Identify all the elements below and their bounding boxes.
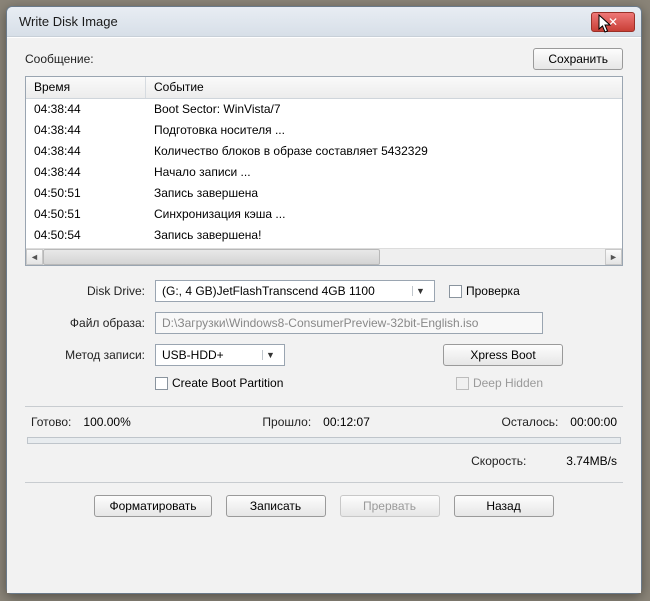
- speed-label: Скорость:: [471, 454, 526, 468]
- chevron-down-icon: ▼: [412, 286, 428, 296]
- titlebar[interactable]: Write Disk Image ✕: [7, 7, 641, 37]
- log-event: Запись завершена!: [146, 225, 622, 246]
- image-file-field[interactable]: [155, 312, 543, 334]
- client-area: Сообщение: Сохранить Время Событие 04:38…: [7, 37, 641, 593]
- status-row-1: Готово: 100.00% Прошло: 00:12:07 Осталос…: [25, 413, 623, 437]
- create-boot-partition-checkbox[interactable]: Create Boot Partition: [155, 376, 283, 390]
- log-row[interactable]: 04:38:44Начало записи ...: [26, 162, 622, 183]
- disk-drive-label: Disk Drive:: [25, 284, 155, 298]
- divider: [25, 482, 623, 483]
- write-method-value: USB-HDD+: [162, 348, 262, 362]
- log-header[interactable]: Время Событие: [26, 77, 622, 99]
- done-label: Готово:: [31, 415, 71, 429]
- verify-label: Проверка: [466, 284, 520, 298]
- divider: [25, 406, 623, 407]
- log-row[interactable]: 04:38:44Boot Sector: WinVista/7: [26, 99, 622, 120]
- progress-bar: [27, 437, 621, 444]
- log-time: 04:50:54: [26, 225, 146, 246]
- button-bar: Форматировать Записать Прервать Назад: [25, 495, 623, 517]
- log-event: Синхронизация кэша ...: [146, 204, 622, 225]
- save-button[interactable]: Сохранить: [533, 48, 623, 70]
- log-time: 04:50:51: [26, 204, 146, 225]
- window-title: Write Disk Image: [19, 14, 591, 29]
- verify-checkbox[interactable]: Проверка: [449, 284, 520, 298]
- deep-hidden-label: Deep Hidden: [473, 376, 543, 390]
- remain-label: Осталось:: [502, 415, 559, 429]
- log-header-event[interactable]: Событие: [146, 77, 622, 98]
- log-time: 04:38:44: [26, 162, 146, 183]
- log-event: Подготовка носителя ...: [146, 120, 622, 141]
- scroll-track[interactable]: [43, 249, 605, 265]
- write-method-label: Метод записи:: [25, 348, 155, 362]
- log-header-time[interactable]: Время: [26, 77, 146, 98]
- log-row[interactable]: 04:50:54Запись завершена!: [26, 225, 622, 246]
- status-row-2: Скорость: 3.74MB/s: [25, 452, 623, 476]
- format-button[interactable]: Форматировать: [94, 495, 211, 517]
- checkbox-box: [449, 285, 462, 298]
- main-window: Write Disk Image ✕ Сообщение: Сохранить …: [6, 6, 642, 594]
- scroll-thumb[interactable]: [43, 249, 380, 265]
- xpress-boot-button[interactable]: Xpress Boot: [443, 344, 563, 366]
- scroll-right-arrow[interactable]: ►: [605, 249, 622, 265]
- log-body[interactable]: 04:38:44Boot Sector: WinVista/704:38:44П…: [26, 99, 622, 248]
- write-button[interactable]: Записать: [226, 495, 326, 517]
- elapsed-label: Прошло:: [262, 415, 311, 429]
- disk-drive-combo[interactable]: (G:, 4 GB)JetFlashTranscend 4GB 1100 ▼: [155, 280, 435, 302]
- log-event: Количество блоков в образе составляет 54…: [146, 141, 622, 162]
- deep-hidden-checkbox: Deep Hidden: [456, 376, 543, 390]
- log-event: Запись завершена: [146, 183, 622, 204]
- speed-value: 3.74MB/s: [566, 454, 617, 468]
- log-row[interactable]: 04:50:51Синхронизация кэша ...: [26, 204, 622, 225]
- back-button[interactable]: Назад: [454, 495, 554, 517]
- elapsed-value: 00:12:07: [323, 415, 370, 429]
- log-event: Начало записи ...: [146, 162, 622, 183]
- log-time: 04:50:51: [26, 183, 146, 204]
- done-value: 100.00%: [83, 415, 130, 429]
- log-row[interactable]: 04:38:44Количество блоков в образе соста…: [26, 141, 622, 162]
- chevron-down-icon: ▼: [262, 350, 278, 360]
- scroll-left-arrow[interactable]: ◄: [26, 249, 43, 265]
- abort-button: Прервать: [340, 495, 440, 517]
- log-list[interactable]: Время Событие 04:38:44Boot Sector: WinVi…: [25, 76, 623, 266]
- message-label: Сообщение:: [25, 52, 533, 66]
- create-boot-partition-label: Create Boot Partition: [172, 376, 283, 390]
- checkbox-box: [155, 377, 168, 390]
- disk-drive-value: (G:, 4 GB)JetFlashTranscend 4GB 1100: [162, 284, 412, 298]
- log-row[interactable]: 04:38:44Подготовка носителя ...: [26, 120, 622, 141]
- log-time: 04:38:44: [26, 99, 146, 120]
- horizontal-scrollbar[interactable]: ◄ ►: [26, 248, 622, 265]
- log-time: 04:38:44: [26, 120, 146, 141]
- remain-value: 00:00:00: [570, 415, 617, 429]
- close-button[interactable]: ✕: [591, 12, 635, 32]
- write-method-combo[interactable]: USB-HDD+ ▼: [155, 344, 285, 366]
- log-row[interactable]: 04:50:51Запись завершена: [26, 183, 622, 204]
- checkbox-box: [456, 377, 469, 390]
- log-time: 04:38:44: [26, 141, 146, 162]
- log-event: Boot Sector: WinVista/7: [146, 99, 622, 120]
- image-file-label: Файл образа:: [25, 316, 155, 330]
